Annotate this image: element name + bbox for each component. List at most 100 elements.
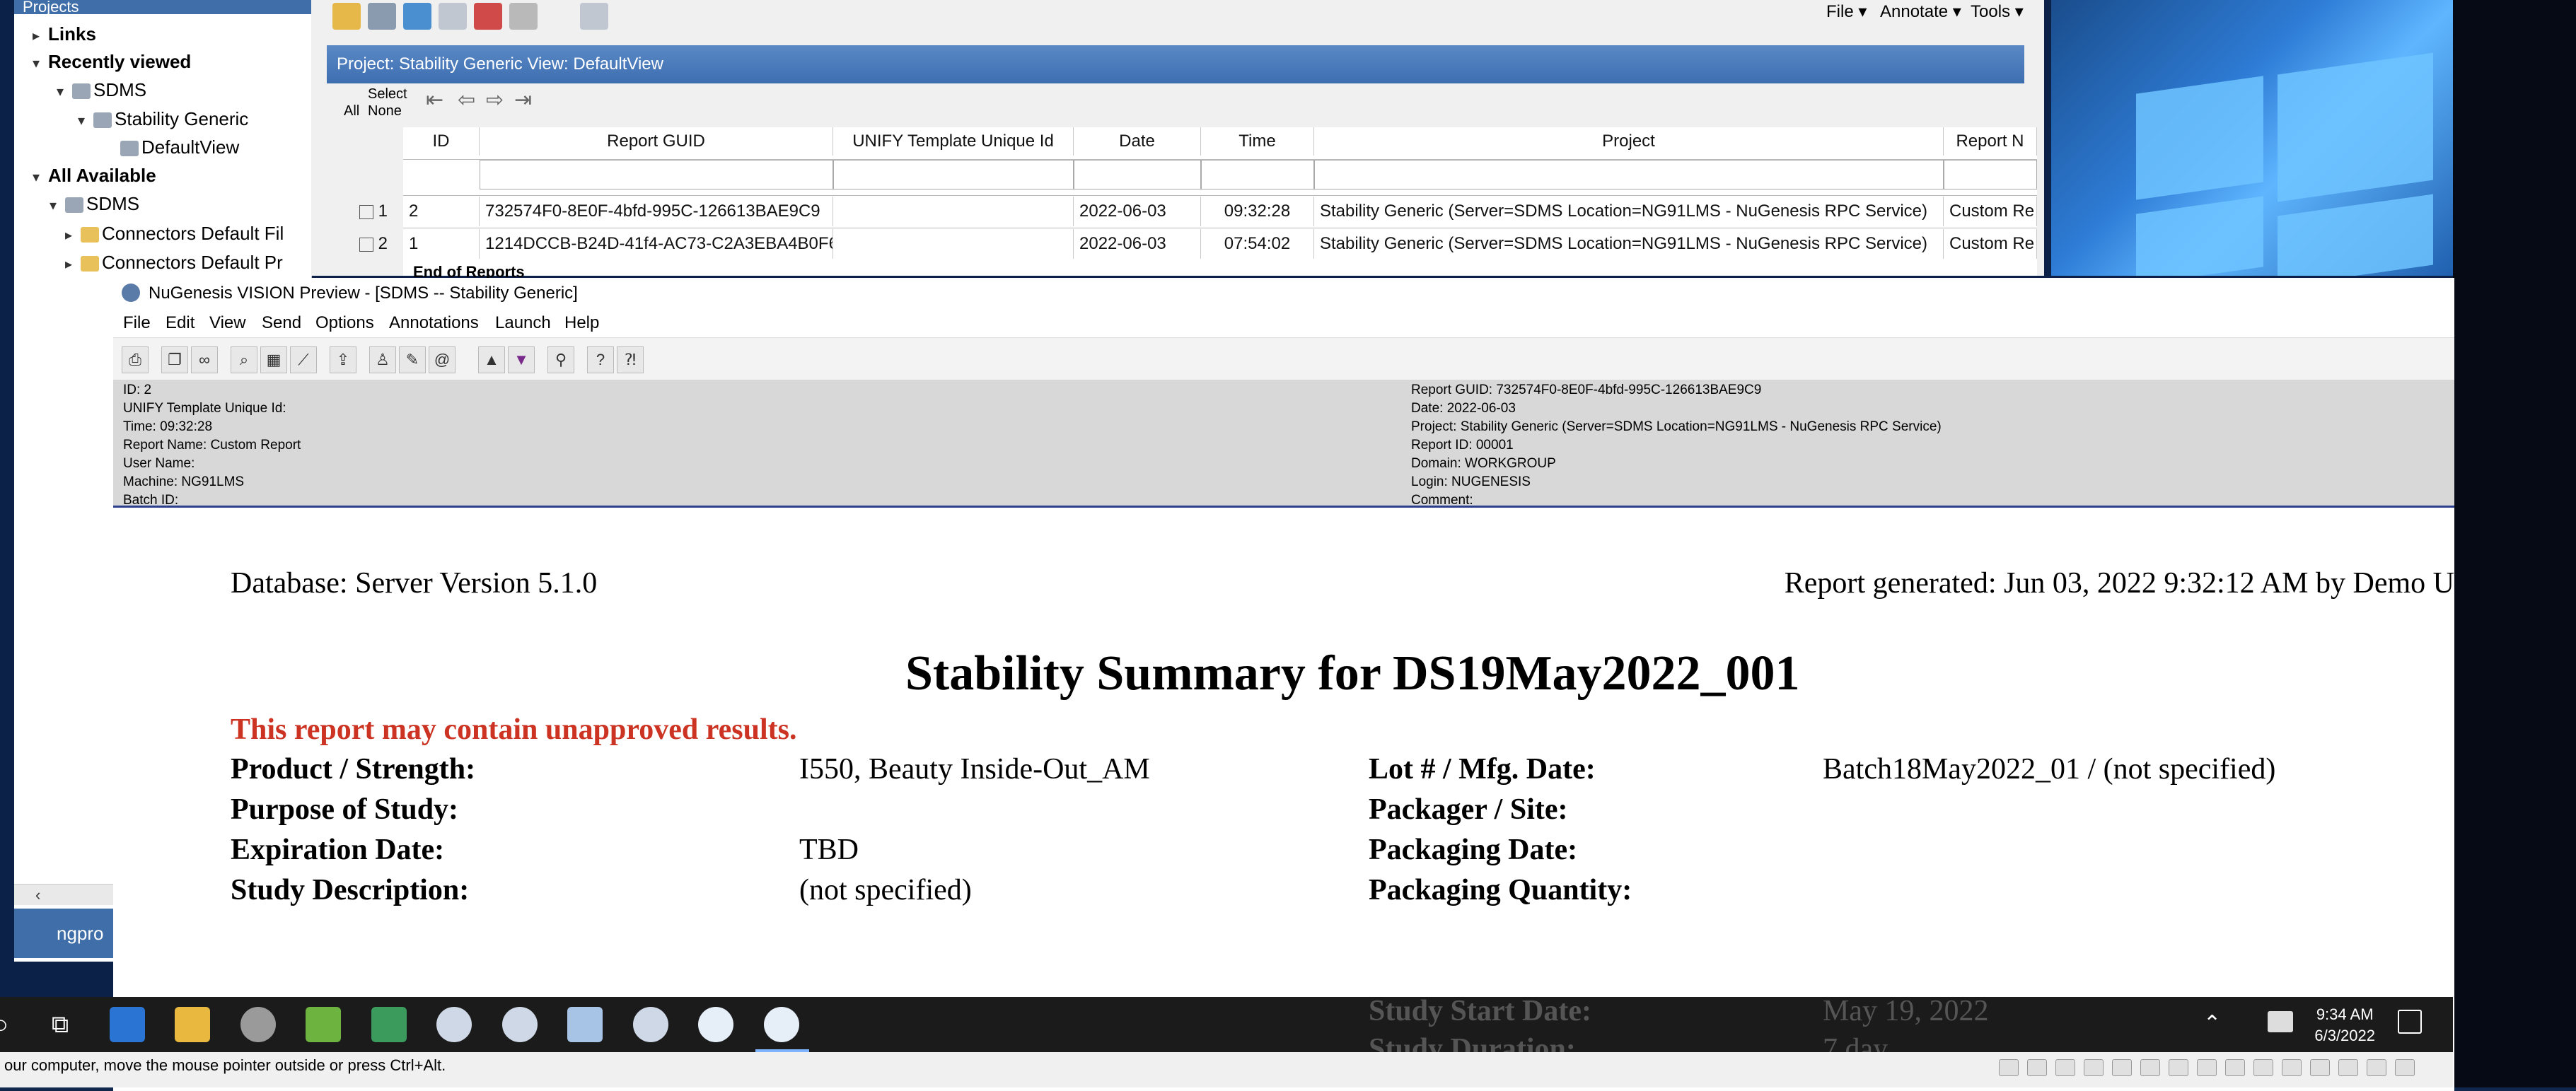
settings-icon[interactable]	[240, 1007, 276, 1042]
app-launch-icon[interactable]	[371, 1007, 407, 1042]
cell-unify[interactable]	[833, 229, 1074, 259]
drive-icon[interactable]	[1999, 1059, 2019, 1076]
network-icon[interactable]	[2268, 1011, 2293, 1032]
search-icon[interactable]	[439, 3, 467, 30]
cell-guid[interactable]: 1214DCCB-B24D-41f4-AC73-C2A3EBA4B0F6	[480, 229, 833, 259]
save-icon[interactable]	[368, 3, 396, 30]
last-page-icon[interactable]: ⇥	[514, 88, 532, 112]
menu-tools[interactable]: Tools ▾	[1971, 0, 2024, 24]
col-unify[interactable]: UNIFY Template Unique Id	[833, 127, 1074, 156]
menu-view[interactable]: View	[209, 309, 246, 337]
notes-app-icon[interactable]	[567, 1007, 603, 1042]
search-icon[interactable]: ○	[0, 1007, 28, 1042]
col-time[interactable]: Time	[1201, 127, 1314, 156]
cell-project[interactable]: Stability Generic (Server=SDMS Location=…	[1314, 197, 1944, 226]
network-adapter-icon[interactable]	[2169, 1059, 2188, 1076]
refresh-icon[interactable]	[403, 3, 431, 30]
annotate-icon[interactable]: ✎	[399, 346, 426, 373]
disk-icon[interactable]	[2112, 1059, 2132, 1076]
first-page-icon[interactable]: ⇤	[426, 88, 443, 112]
sound-icon[interactable]	[2084, 1059, 2104, 1076]
menu-file[interactable]: File	[123, 309, 151, 337]
col-date[interactable]: Date	[1074, 127, 1201, 156]
tree-rv-server[interactable]: ▾ SDMS	[57, 76, 146, 104]
stamp-icon[interactable]: ♙	[369, 346, 396, 373]
menu-annotate[interactable]: Annotate ▾	[1880, 0, 1961, 24]
collapse-icon[interactable]: ▾	[33, 163, 48, 192]
menu-send[interactable]: Send	[262, 309, 301, 337]
cell-project[interactable]: Stability Generic (Server=SDMS Location=…	[1314, 229, 1944, 259]
mouse-icon[interactable]	[2310, 1059, 2330, 1076]
fullscreen-icon[interactable]	[2395, 1059, 2415, 1076]
filter-guid[interactable]	[480, 160, 833, 189]
filter-unify[interactable]	[833, 160, 1074, 189]
table-row-selector[interactable]: 1	[354, 197, 403, 226]
down-arrow-icon[interactable]: ▼	[508, 346, 535, 373]
speaker-icon[interactable]	[2338, 1059, 2358, 1076]
collapse-icon[interactable]: ▾	[50, 192, 65, 220]
cell-date[interactable]: 2022-06-03	[1074, 229, 1201, 259]
print-icon[interactable]	[509, 3, 538, 30]
col-project[interactable]: Project	[1314, 127, 1944, 156]
menu-help[interactable]: Help	[564, 309, 599, 337]
zoom-icon[interactable]: ⌕	[231, 346, 257, 373]
filter-project[interactable]	[1314, 160, 1944, 189]
nugenesis-app-icon[interactable]	[502, 1007, 538, 1042]
menu-launch[interactable]: Launch	[495, 309, 551, 337]
collapse-icon[interactable]: ▾	[78, 107, 93, 135]
collapse-icon[interactable]: ▾	[57, 78, 72, 106]
select-all-link[interactable]: All	[344, 103, 359, 119]
tree-all-available[interactable]: ▾ All Available	[33, 161, 156, 189]
vision-preview-icon[interactable]	[764, 1007, 799, 1042]
cell-guid[interactable]: 732574F0-8E0F-4bfd-995C-126613BAE9C9	[480, 197, 833, 226]
print-icon[interactable]: ⎙	[122, 346, 149, 373]
context-help-icon[interactable]: ⁈	[617, 346, 644, 373]
cell-id[interactable]: 1	[403, 229, 480, 259]
cell-date[interactable]: 2022-06-03	[1074, 197, 1201, 226]
row-checkbox[interactable]	[359, 204, 373, 219]
menu-edit[interactable]: Edit	[166, 309, 195, 337]
table-row-selector[interactable]: 2	[354, 229, 403, 259]
collapse-icon[interactable]: ▾	[33, 49, 48, 78]
printer-icon[interactable]	[2055, 1059, 2075, 1076]
expand-icon[interactable]: ▸	[65, 250, 81, 279]
prev-page-icon[interactable]: ⇦	[458, 88, 475, 112]
shared-folder-icon[interactable]	[2197, 1059, 2217, 1076]
help-icon[interactable]: ?	[587, 346, 614, 373]
task-view-icon[interactable]: ⧉	[42, 1007, 78, 1042]
cell-time[interactable]: 09:32:28	[1201, 197, 1314, 226]
open-folder-icon[interactable]	[332, 3, 361, 30]
menu-options[interactable]: Options	[315, 309, 374, 337]
menu-file[interactable]: File ▾	[1826, 0, 1867, 24]
menu-annotations[interactable]: Annotations	[389, 309, 479, 337]
cell-unify[interactable]	[833, 197, 1074, 226]
clock[interactable]: 9:34 AM 6/3/2022	[2314, 1004, 2375, 1046]
attach-icon[interactable]: ⇪	[330, 346, 356, 373]
vision-app-icon[interactable]	[698, 1007, 733, 1042]
nugenesis-app-icon[interactable]	[436, 1007, 472, 1042]
zoom-icon[interactable]	[580, 3, 608, 30]
col-report[interactable]: Report N	[1944, 127, 2037, 156]
file-explorer-icon[interactable]	[175, 1007, 210, 1042]
copy-icon[interactable]: ❐	[161, 346, 188, 373]
up-arrow-icon[interactable]: ▲	[478, 346, 505, 373]
chevron-up-icon[interactable]: ⌃	[2203, 1011, 2221, 1036]
keyboard-icon[interactable]	[2282, 1059, 2302, 1076]
tree-aa-server[interactable]: ▾ SDMS	[50, 189, 139, 218]
edge-browser-icon[interactable]	[110, 1007, 145, 1042]
nugenesis-app-icon[interactable]	[633, 1007, 668, 1042]
cell-id[interactable]: 2	[403, 197, 480, 226]
optical-drive-icon[interactable]	[2027, 1059, 2047, 1076]
link-icon[interactable]: @	[429, 346, 456, 373]
cell-time[interactable]: 07:54:02	[1201, 229, 1314, 259]
tree-recently-viewed[interactable]: ▾ Recently viewed	[33, 47, 191, 76]
cell-report[interactable]: Custom Re	[1944, 197, 2037, 226]
tree-rv-project[interactable]: ▾ Stability Generic	[78, 105, 248, 133]
col-guid[interactable]: Report GUID	[480, 127, 833, 156]
filter-report[interactable]	[1944, 160, 2037, 189]
next-page-icon[interactable]: ⇨	[486, 88, 504, 112]
display-icon[interactable]	[2225, 1059, 2245, 1076]
filter-date[interactable]	[1074, 160, 1201, 189]
notepad-icon[interactable]	[306, 1007, 341, 1042]
tree-item-connectors-pr[interactable]: ▸ Connectors Default Pr	[65, 248, 283, 276]
